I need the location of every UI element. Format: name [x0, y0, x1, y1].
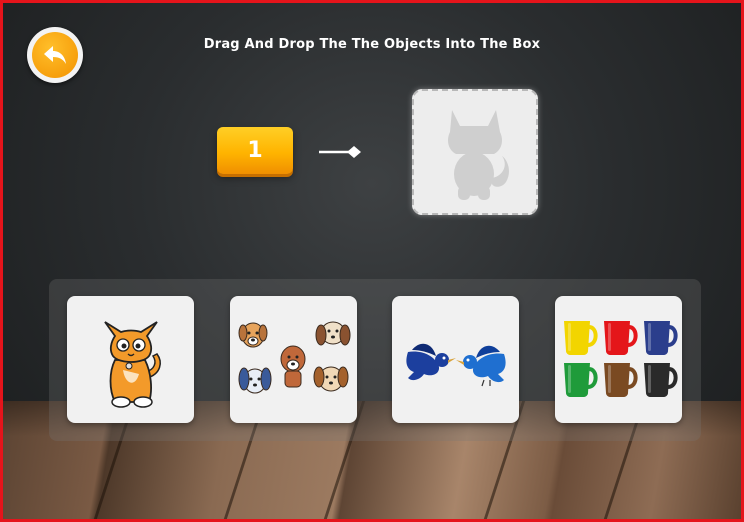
- count-badge: 1: [217, 127, 293, 174]
- mugs-icon: [563, 320, 678, 397]
- cat-icon: [103, 320, 161, 408]
- arrow-right-icon: [317, 143, 363, 165]
- drop-target-box[interactable]: [412, 89, 538, 215]
- instruction-title: Drag And Drop The The Objects Into The B…: [203, 37, 541, 52]
- option-card-birds[interactable]: [392, 296, 519, 423]
- options-tray: [49, 279, 701, 441]
- dogs-icon: [238, 321, 350, 393]
- option-card-mugs[interactable]: [555, 296, 682, 423]
- option-card-dogs[interactable]: [230, 296, 357, 423]
- game-screen: Drag And Drop The The Objects Into The B…: [0, 0, 744, 522]
- back-button[interactable]: [27, 27, 83, 83]
- cat-silhouette-icon: [448, 110, 509, 200]
- birds-icon: [405, 343, 506, 386]
- option-card-cat[interactable]: [67, 296, 194, 423]
